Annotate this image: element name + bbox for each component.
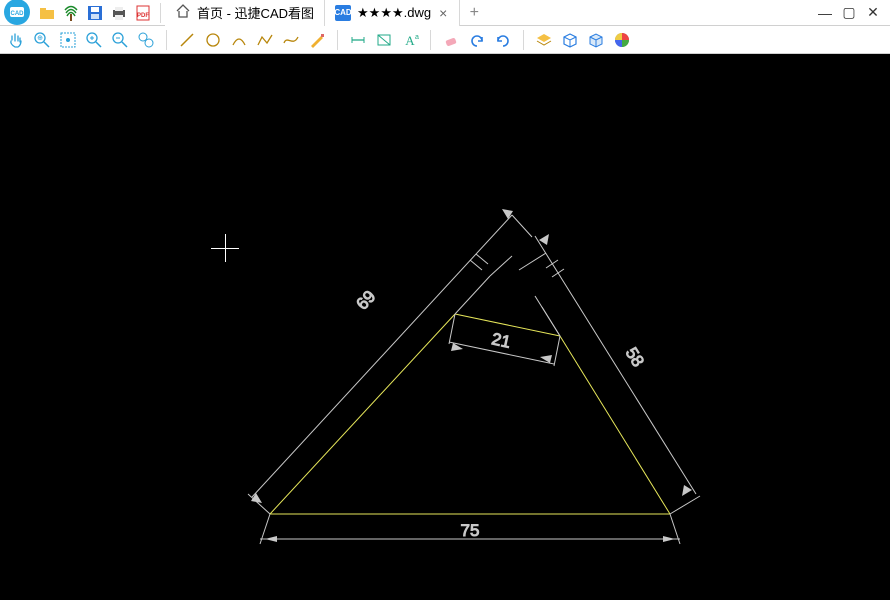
dim-top-label: 21 bbox=[490, 329, 512, 352]
zoom-in-icon[interactable] bbox=[84, 30, 104, 50]
save-icon[interactable] bbox=[86, 4, 104, 22]
zoom-extents-icon[interactable] bbox=[58, 30, 78, 50]
text-tool-icon[interactable]: Aa bbox=[400, 30, 420, 50]
print-icon[interactable] bbox=[110, 4, 128, 22]
spline-tool-icon[interactable] bbox=[281, 30, 301, 50]
dim-left-label: 69 bbox=[353, 287, 380, 314]
svg-text:a: a bbox=[415, 34, 419, 41]
erase-icon[interactable] bbox=[441, 30, 461, 50]
zoom-out-icon[interactable] bbox=[110, 30, 130, 50]
quick-access-toolbar: PDF bbox=[34, 4, 156, 22]
tab-close-icon[interactable]: × bbox=[437, 5, 449, 21]
tab-home[interactable]: 首页 - 迅捷CAD看图 bbox=[165, 0, 325, 26]
close-button[interactable]: ✕ bbox=[866, 6, 880, 20]
minimize-button[interactable]: — bbox=[818, 6, 832, 20]
redo-icon[interactable] bbox=[493, 30, 513, 50]
tab-strip: 首页 - 迅捷CAD看图 CAD ★★★★.dwg × + bbox=[165, 0, 488, 26]
separator bbox=[160, 3, 161, 23]
arc-tool-icon[interactable] bbox=[229, 30, 249, 50]
separator bbox=[166, 30, 167, 50]
polyline-tool-icon[interactable] bbox=[255, 30, 275, 50]
separator bbox=[337, 30, 338, 50]
measure-dist-icon[interactable] bbox=[348, 30, 368, 50]
tab-home-label: 首页 - 迅捷CAD看图 bbox=[197, 3, 314, 22]
pdf-icon[interactable]: PDF bbox=[134, 4, 152, 22]
title-bar: CAD PDF 首页 - 迅捷CAD看图 CAD ★★★★.dwg × + — … bbox=[0, 0, 890, 26]
tab-file-label: ★★★★.dwg bbox=[357, 5, 431, 21]
app-logo: CAD bbox=[2, 0, 32, 27]
home-icon bbox=[175, 3, 191, 22]
dim-right-label: 58 bbox=[622, 344, 648, 370]
svg-text:⊕: ⊕ bbox=[37, 35, 43, 42]
zoom-realtime-icon[interactable] bbox=[136, 30, 156, 50]
pan-hand-icon[interactable] bbox=[6, 30, 26, 50]
block-icon[interactable] bbox=[560, 30, 580, 50]
zoom-window-icon[interactable]: ⊕ bbox=[32, 30, 52, 50]
palm-icon[interactable] bbox=[62, 4, 80, 22]
line-tool-icon[interactable] bbox=[177, 30, 197, 50]
3d-cube-icon[interactable] bbox=[586, 30, 606, 50]
svg-text:CAD: CAD bbox=[11, 11, 25, 17]
dim-base-label: 75 bbox=[461, 521, 480, 540]
measure-area-icon[interactable] bbox=[374, 30, 394, 50]
dwg-file-icon: CAD bbox=[335, 5, 351, 21]
tab-add-button[interactable]: + bbox=[460, 0, 488, 26]
maximize-button[interactable]: ▢ bbox=[842, 6, 856, 20]
svg-text:A: A bbox=[405, 33, 415, 48]
separator bbox=[523, 30, 524, 50]
window-controls: — ▢ ✕ bbox=[808, 6, 890, 20]
edit-tool-icon[interactable] bbox=[307, 30, 327, 50]
open-icon[interactable] bbox=[38, 4, 56, 22]
tab-file[interactable]: CAD ★★★★.dwg × bbox=[325, 0, 460, 26]
circle-tool-icon[interactable] bbox=[203, 30, 223, 50]
color-wheel-icon[interactable] bbox=[612, 30, 632, 50]
svg-text:PDF: PDF bbox=[137, 13, 149, 19]
undo-icon[interactable] bbox=[467, 30, 487, 50]
layers-icon[interactable] bbox=[534, 30, 554, 50]
drawing-svg: 75 69 58 bbox=[0, 54, 890, 600]
main-toolbar: ⊕ Aa bbox=[0, 26, 890, 54]
separator bbox=[430, 30, 431, 50]
drawing-canvas[interactable]: 75 69 58 bbox=[0, 54, 890, 600]
